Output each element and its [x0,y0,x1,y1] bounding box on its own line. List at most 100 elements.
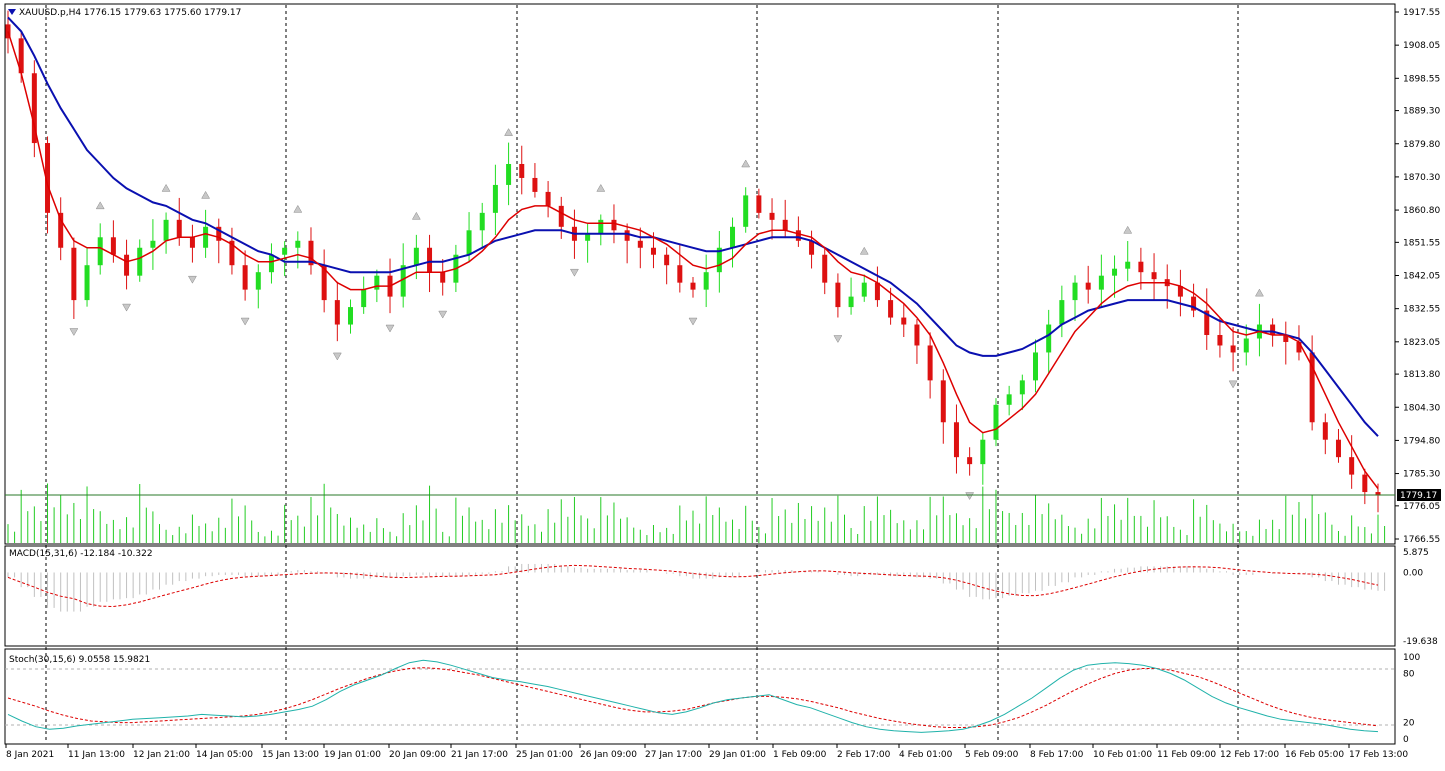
time-axis-label: 12 Feb 17:00 [1220,750,1279,760]
time-axis-label: 8 Jan 2021 [6,750,54,760]
candle-body [558,205,564,227]
time-axis-label: 15 Jan 13:00 [262,750,319,760]
candle-body [1362,474,1368,493]
candle-body [1059,300,1065,325]
price-tick-label: 1776.05 [1403,502,1440,512]
candle-body [953,422,959,458]
candle-body [1112,268,1118,276]
candle-body [440,272,446,283]
price-tick-label: 1823.05 [1403,338,1440,348]
candle-body [506,163,512,185]
price-tick-label: 1917.55 [1403,8,1440,18]
price-tick-label: 1879.80 [1403,140,1440,150]
candle-body [71,247,77,301]
candle-body [901,317,907,325]
candle-body [374,275,380,290]
symbol-header: XAUUSD.p,H4 1776.15 1779.63 1775.60 1779… [19,8,241,18]
price-tick-label: 1813.80 [1403,370,1440,380]
candle-body [598,219,604,234]
candle-body [242,265,248,290]
candle-body [479,212,485,231]
candle-body [268,254,274,273]
candle-body [690,282,696,290]
candle-body [545,191,551,206]
candle-body [203,226,209,248]
candle-body [1243,338,1249,353]
price-tick-label: 1842.05 [1403,272,1440,282]
candle-body [835,282,841,308]
candle-body [137,247,143,276]
price-tick-label: 1766.55 [1403,535,1440,545]
price-tick-label: 1851.55 [1403,238,1440,248]
candle-body [124,254,130,276]
candle-body [624,230,630,241]
candle-body [1138,261,1144,273]
candle-body [940,380,946,423]
time-axis-label: 10 Feb 01:00 [1093,750,1152,760]
candle-body [532,177,538,192]
macd-header: MACD(15,31,6) -12.184 -10.322 [9,549,153,559]
candle-body [361,289,367,308]
candle-body [1322,422,1328,440]
price-tick-label: 1794.80 [1403,436,1440,446]
candle-body [1296,341,1302,353]
candle-body [1098,275,1104,290]
candle-body [255,272,261,290]
candle-body [743,195,749,227]
time-axis-label: 27 Jan 17:00 [645,750,702,760]
price-tick-label: 1908.05 [1403,41,1440,51]
candle-body [861,282,867,297]
time-axis-label: 29 Jan 01:00 [709,750,766,760]
time-axis-label: 11 Feb 09:00 [1157,750,1216,760]
candle-body [1019,380,1025,395]
candle-body [1033,352,1038,381]
candle-body [189,237,195,248]
candle-body [1046,324,1052,353]
candle-body [703,272,709,290]
candle-body [492,184,498,213]
time-axis-label: 8 Feb 17:00 [1030,750,1084,760]
candle-body [637,240,643,248]
candle-body [150,240,156,248]
time-axis-label: 1 Feb 09:00 [773,750,827,760]
candle-body [927,345,933,381]
price-tick-label: 1785.30 [1403,470,1440,480]
macd-axis-label: -19.638 [1403,637,1438,647]
trading-chart-window[interactable]: XAUUSD.p,H4 1776.15 1779.63 1775.60 1779… [0,0,1445,767]
time-axis-label: 4 Feb 01:00 [899,750,953,760]
time-axis-label: 21 Jan 17:00 [451,750,508,760]
time-axis-label: 11 Jan 13:00 [68,750,125,760]
candle-body [1072,282,1078,301]
candle-body [84,265,90,301]
stoch-axis-label: 20 [1403,719,1415,729]
candle-body [1085,282,1091,290]
time-axis-label: 16 Feb 05:00 [1285,750,1344,760]
candle-body [782,219,788,231]
price-tick-label: 1898.55 [1403,74,1440,84]
candle-body [611,219,617,231]
candle-body [980,439,986,465]
candle-body [795,230,801,241]
candle-body [295,240,301,248]
candle-body [427,247,433,273]
candle-body [1151,272,1157,280]
time-axis-label: 2 Feb 17:00 [837,750,891,760]
time-axis-label: 19 Jan 01:00 [324,750,381,760]
chart-canvas[interactable]: XAUUSD.p,H4 1776.15 1779.63 1775.60 1779… [0,0,1445,767]
candle-body [914,324,920,346]
price-tick-label: 1832.55 [1403,305,1440,315]
price-tick-label: 1870.30 [1403,173,1440,183]
candle-body [888,300,894,318]
candle-body [348,307,353,325]
candle-body [1335,439,1341,458]
candle-body [664,254,670,266]
candle-body [1006,394,1012,405]
time-axis-label: 5 Feb 09:00 [965,750,1019,760]
stoch-axis-label: 80 [1403,669,1415,679]
candle-body [413,247,419,266]
time-axis-label: 20 Jan 09:00 [389,750,446,760]
candle-body [1125,261,1131,269]
candle-body [334,300,340,325]
candle-body [1349,457,1355,475]
candle-body [993,404,999,440]
